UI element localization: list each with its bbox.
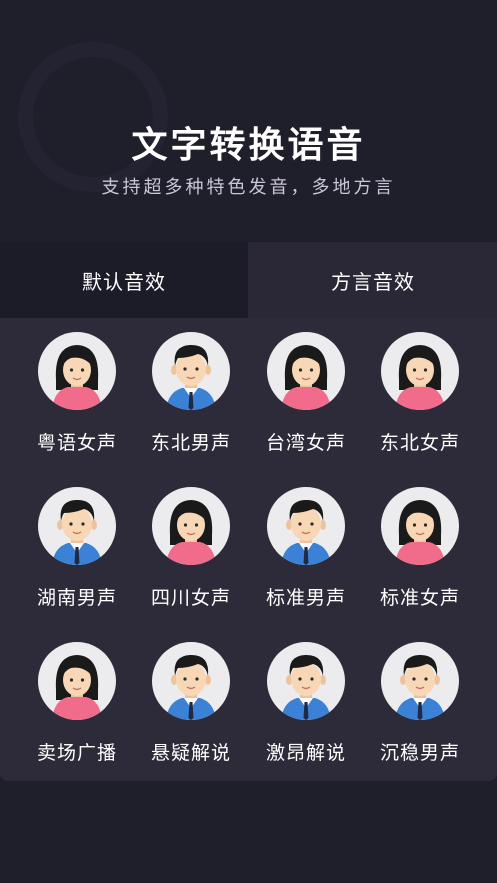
tab-dialect-effects[interactable]: 方言音效 [249, 242, 497, 318]
male-avatar-icon [381, 642, 459, 720]
voice-label: 台湾女声 [265, 432, 346, 454]
page-title: 文字转换语音 [131, 125, 366, 166]
voice-label: 四川女声 [150, 587, 231, 609]
voice-label: 卖场广播 [36, 742, 117, 764]
voice-option[interactable]: 悬疑解说 [131, 628, 251, 768]
voice-label: 悬疑解说 [150, 742, 231, 764]
voice-grid-panel: 粤语女声 东北男声 台湾女声 东北女声 湖南男声 四川女声 标准男声 标准女声 … [0, 318, 497, 781]
female-avatar-icon [381, 332, 459, 410]
male-avatar-icon [267, 642, 345, 720]
tab-bar: 默认音效 方言音效 [0, 242, 497, 318]
voice-option[interactable]: 东北女声 [360, 318, 480, 458]
voice-option[interactable]: 湖南男声 [17, 473, 137, 613]
male-avatar-icon [267, 487, 345, 565]
voice-option[interactable]: 台湾女声 [246, 318, 366, 458]
female-avatar-icon [38, 332, 116, 410]
voice-option[interactable]: 四川女声 [131, 473, 251, 613]
page-subtitle: 支持超多种特色发音，多地方言 [101, 177, 396, 198]
voice-label: 标准男声 [265, 587, 346, 609]
voice-option[interactable]: 标准女声 [360, 473, 480, 613]
tab-default-effects[interactable]: 默认音效 [0, 242, 248, 318]
voice-label: 湖南男声 [36, 587, 117, 609]
voice-option[interactable]: 粤语女声 [17, 318, 137, 458]
voice-option[interactable]: 标准男声 [246, 473, 366, 613]
male-avatar-icon [38, 487, 116, 565]
female-avatar-icon [267, 332, 345, 410]
voice-label: 东北女声 [379, 432, 460, 454]
voice-option[interactable]: 东北男声 [131, 318, 251, 458]
male-avatar-icon [152, 332, 230, 410]
voice-label: 标准女声 [379, 587, 460, 609]
voice-label: 粤语女声 [36, 432, 117, 454]
voice-label: 东北男声 [150, 432, 231, 454]
male-avatar-icon [152, 642, 230, 720]
voice-label: 激昂解说 [265, 742, 346, 764]
voice-label: 沉稳男声 [379, 742, 460, 764]
voice-option[interactable]: 激昂解说 [246, 628, 366, 768]
female-avatar-icon [381, 487, 459, 565]
female-avatar-icon [152, 487, 230, 565]
voice-option[interactable]: 卖场广播 [17, 628, 137, 768]
voice-option[interactable]: 沉稳男声 [360, 628, 480, 768]
female-avatar-icon [38, 642, 116, 720]
